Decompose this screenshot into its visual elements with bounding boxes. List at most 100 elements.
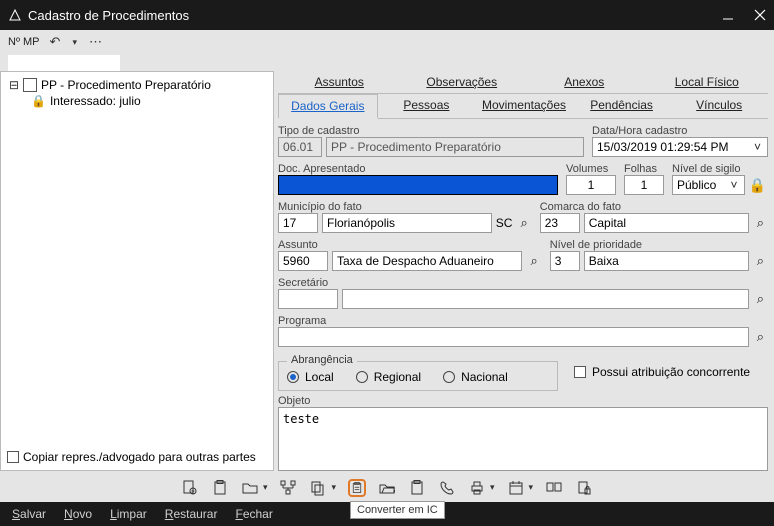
- tipo-cadastro-label: Tipo de cadastro: [278, 125, 584, 137]
- more-button[interactable]: ⋯: [87, 34, 104, 50]
- search-icon[interactable]: ⌕: [753, 329, 768, 345]
- assunto-code[interactable]: [278, 251, 328, 271]
- municipio-code[interactable]: [278, 213, 318, 233]
- copy-repres-label: Copiar repres./advogado para outras part…: [23, 450, 256, 464]
- atribuicao-checkbox[interactable]: [574, 366, 586, 378]
- assunto-name[interactable]: [332, 251, 522, 271]
- cmd-limpar[interactable]: Limpar: [110, 507, 147, 521]
- radio-nacional[interactable]: Nacional: [443, 370, 508, 384]
- dropdown-arrow-icon[interactable]: ▾: [490, 482, 495, 493]
- chevron-down-icon[interactable]: ˅: [727, 178, 742, 192]
- doc-apresentado-label: Doc. Apresentado: [278, 163, 558, 175]
- tree-child-label: Interessado: julio: [50, 94, 141, 108]
- new-doc-icon[interactable]: [181, 479, 199, 497]
- nivel-sigilo-value: Público: [677, 178, 716, 192]
- chevron-down-icon[interactable]: ˅: [750, 140, 765, 154]
- lock-icon: 🔒: [747, 177, 768, 194]
- tab-observacoes[interactable]: Observações: [401, 71, 524, 93]
- datahora-field[interactable]: 15/03/2019 01:29:54 PM ˅: [592, 137, 768, 157]
- main-content: ⊟ PP - Procedimento Preparatório 🔒 Inter…: [0, 71, 774, 471]
- volumes-label: Volumes: [566, 163, 616, 175]
- search-icon[interactable]: ⌕: [516, 215, 531, 231]
- nivel-sigilo-select[interactable]: Público ˅: [672, 175, 745, 195]
- radio-local[interactable]: Local: [287, 370, 334, 384]
- dropdown-arrow-icon[interactable]: ▾: [331, 482, 336, 493]
- search-icon[interactable]: ⌕: [753, 215, 768, 231]
- copy-icon[interactable]: [309, 479, 327, 497]
- tipo-cadastro-code: [278, 137, 322, 157]
- undo-button[interactable]: ↶: [48, 34, 63, 50]
- cmd-salvar[interactable]: Salvar: [12, 507, 46, 521]
- minimize-button[interactable]: [722, 9, 734, 21]
- tab-pendencias[interactable]: Pendências: [573, 94, 671, 118]
- copy-repres-checkbox[interactable]: [7, 451, 19, 463]
- folhas-label: Folhas: [624, 163, 664, 175]
- print-icon[interactable]: [468, 479, 486, 497]
- doc-locked-icon[interactable]: [575, 479, 593, 497]
- radio-local-label: Local: [305, 370, 334, 384]
- clipboard2-icon[interactable]: [408, 479, 426, 497]
- tree-root[interactable]: ⊟ PP - Procedimento Preparatório: [9, 78, 265, 92]
- radio-regional[interactable]: Regional: [356, 370, 421, 384]
- dropdown-arrow-icon[interactable]: ▾: [263, 482, 268, 493]
- clipboard-icon[interactable]: [211, 479, 229, 497]
- calendar-icon[interactable]: [507, 479, 525, 497]
- phone-icon[interactable]: [438, 479, 456, 497]
- cmd-restaurar[interactable]: Restaurar: [165, 507, 218, 521]
- nivel-sigilo-label: Nível de sigilo: [672, 163, 768, 175]
- tab-pessoas[interactable]: Pessoas: [378, 94, 476, 118]
- tab-movimentacoes[interactable]: Movimentações: [475, 94, 573, 118]
- search-icon[interactable]: ⌕: [753, 253, 768, 269]
- copy-repres-row[interactable]: Copiar repres./advogado para outras part…: [7, 450, 256, 464]
- doc-apresentado-field[interactable]: [278, 175, 558, 195]
- tabs-bottom: Dados Gerais Pessoas Movimentações Pendê…: [278, 94, 768, 119]
- dropdown-arrow-icon[interactable]: ▾: [70, 37, 79, 48]
- tree-child[interactable]: 🔒 Interessado: julio: [9, 94, 265, 108]
- search-icon[interactable]: ⌕: [526, 253, 541, 269]
- municipio-label: Município do fato: [278, 201, 532, 213]
- nivel-prioridade-label: Nível de prioridade: [550, 239, 768, 251]
- objeto-field[interactable]: teste: [278, 407, 768, 471]
- page-icon: [23, 78, 37, 92]
- secretario-code[interactable]: [278, 289, 338, 309]
- folder-icon[interactable]: [241, 479, 259, 497]
- municipio-name[interactable]: [322, 213, 492, 233]
- lock-icon: 🔒: [31, 94, 46, 108]
- atribuicao-concorrente-row[interactable]: Possui atribuição concorrente: [574, 365, 750, 379]
- volumes-field[interactable]: [566, 175, 616, 195]
- cmd-novo[interactable]: Novo: [64, 507, 92, 521]
- close-button[interactable]: [754, 9, 766, 21]
- programa-label: Programa: [278, 315, 768, 327]
- dropdown-arrow-icon[interactable]: ▾: [529, 482, 534, 493]
- convert-ic-button[interactable]: Converter em IC: [348, 479, 366, 497]
- folhas-field[interactable]: [624, 175, 664, 195]
- mp-label: Nº MP: [8, 36, 40, 48]
- tooltip-converter-ic: Converter em IC: [350, 501, 445, 519]
- comarca-label: Comarca do fato: [540, 201, 768, 213]
- cmd-fechar[interactable]: Fechar: [235, 507, 272, 521]
- titlebar: Cadastro de Procedimentos: [0, 0, 774, 30]
- form-panel: Assuntos Observações Anexos Local Físico…: [274, 71, 774, 471]
- tree-icon[interactable]: [279, 479, 297, 497]
- radio-icon: [287, 371, 299, 383]
- folder-open-icon[interactable]: [378, 479, 396, 497]
- comarca-name[interactable]: [584, 213, 749, 233]
- tab-dados-gerais[interactable]: Dados Gerais: [278, 94, 378, 119]
- nivel-prioridade-name[interactable]: [584, 251, 749, 271]
- abrangencia-group: Abrangência Local Regional Nacional: [278, 361, 558, 391]
- programa-field[interactable]: [278, 327, 749, 347]
- search-icon[interactable]: ⌕: [753, 291, 768, 307]
- tab-vinculos[interactable]: Vínculos: [670, 94, 768, 118]
- radio-icon: [443, 371, 455, 383]
- tab-anexos[interactable]: Anexos: [523, 71, 646, 93]
- comarca-code[interactable]: [540, 213, 580, 233]
- collapse-icon[interactable]: ⊟: [9, 78, 19, 92]
- secretario-name[interactable]: [342, 289, 749, 309]
- icon-toolbar: ▾ ▾ Converter em IC ▾ ▾: [0, 472, 774, 502]
- tab-local-fisico[interactable]: Local Físico: [646, 71, 769, 93]
- layers-icon[interactable]: [545, 479, 563, 497]
- tab-assuntos[interactable]: Assuntos: [278, 71, 401, 93]
- window-icon: [8, 8, 22, 22]
- datahora-value: 15/03/2019 01:29:54 PM: [597, 140, 728, 154]
- nivel-prioridade-code[interactable]: [550, 251, 580, 271]
